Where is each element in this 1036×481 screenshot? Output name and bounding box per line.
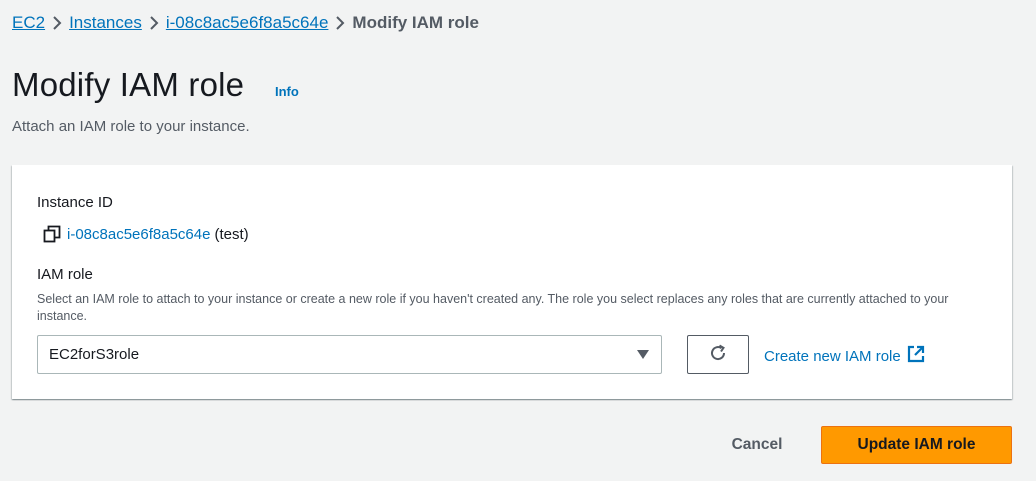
breadcrumb-instances[interactable]: Instances <box>69 13 142 33</box>
instance-id-link[interactable]: i-08c8ac5e6f8a5c64e <box>67 226 210 243</box>
iam-role-description: Select an IAM role to attach to your ins… <box>37 292 949 323</box>
create-new-iam-role-link[interactable]: Create new IAM role <box>764 345 925 367</box>
caret-down-icon <box>637 350 649 359</box>
external-link-icon <box>901 345 925 367</box>
copy-icon[interactable] <box>43 225 61 243</box>
chevron-right-icon <box>142 14 166 32</box>
instance-id-value: i-08c8ac5e6f8a5c64e (test) <box>43 225 249 243</box>
cancel-button[interactable]: Cancel <box>712 426 802 464</box>
breadcrumb: EC2 Instances i-08c8ac5e6f8a5c64e Modify… <box>12 12 479 34</box>
page-description: Attach an IAM role to your instance. <box>12 118 250 135</box>
update-iam-role-button[interactable]: Update IAM role <box>821 426 1012 464</box>
instance-name: (test) <box>214 225 249 243</box>
iam-role-label: IAM role <box>37 266 93 283</box>
info-link[interactable]: Info <box>275 84 299 99</box>
refresh-button[interactable] <box>687 335 749 374</box>
iam-role-select[interactable]: EC2forS3role <box>37 335 662 374</box>
breadcrumb-instance-id[interactable]: i-08c8ac5e6f8a5c64e <box>166 13 329 33</box>
refresh-icon <box>708 343 728 366</box>
chevron-right-icon <box>45 14 69 32</box>
breadcrumb-ec2[interactable]: EC2 <box>12 13 45 33</box>
instance-id-label: Instance ID <box>37 194 113 211</box>
breadcrumb-current: Modify IAM role <box>352 13 479 32</box>
page-title: Modify IAM role <box>12 66 245 103</box>
modify-iam-role-panel: Instance ID i-08c8ac5e6f8a5c64e (test) I… <box>12 165 1012 399</box>
chevron-right-icon <box>328 14 352 32</box>
iam-role-selected-value: EC2forS3role <box>49 346 140 363</box>
create-new-iam-role-label: Create new IAM role <box>764 347 901 365</box>
